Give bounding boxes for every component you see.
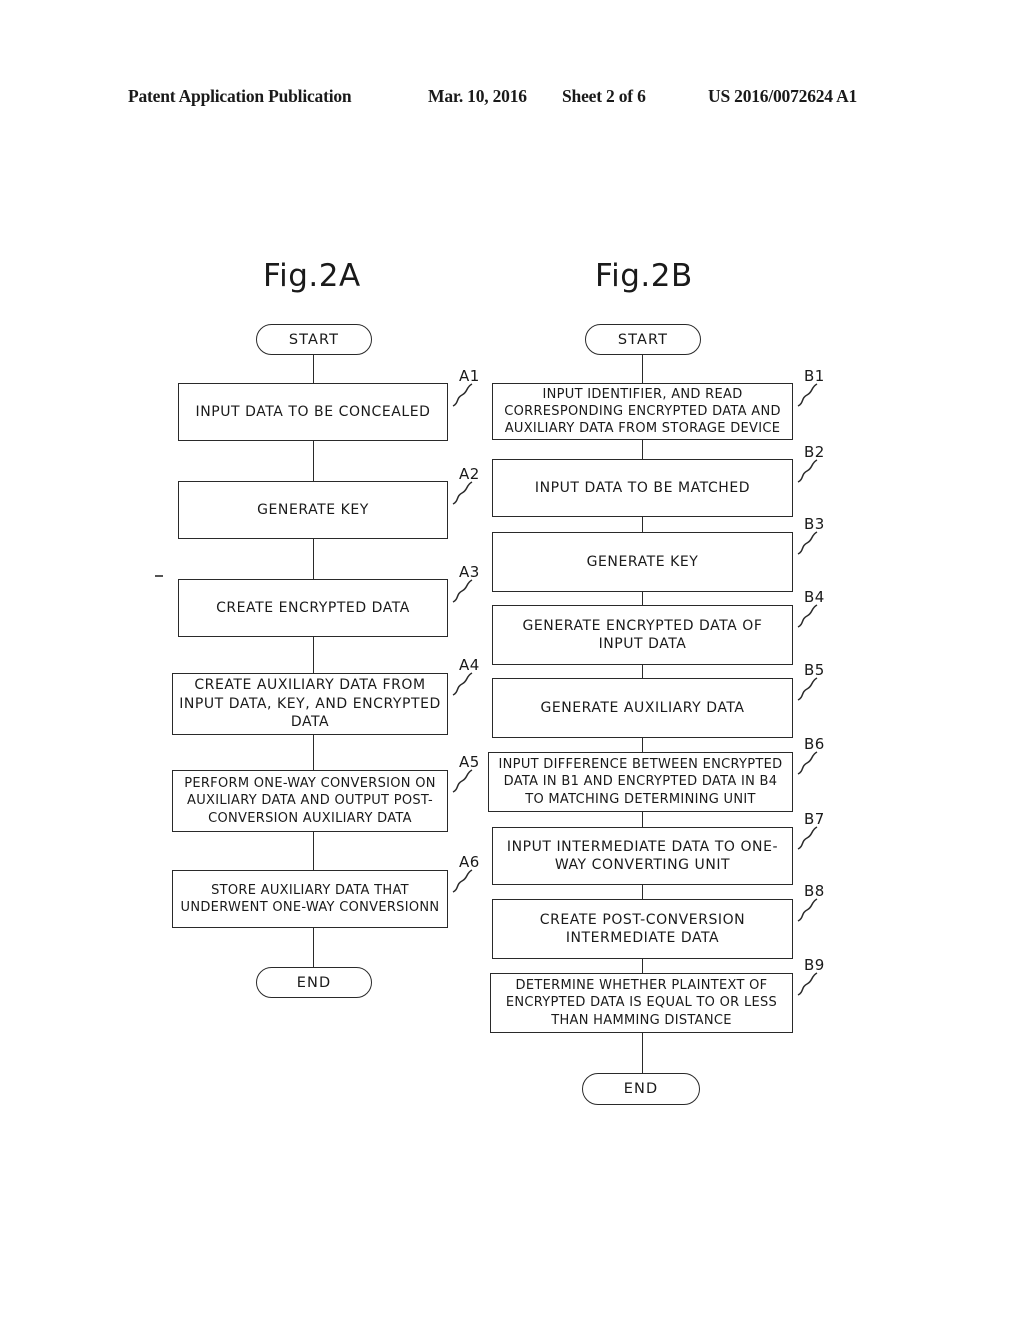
leader-line-a2 (448, 479, 474, 509)
connector-b-b4-b5 (642, 665, 643, 678)
connector-b-b5-b6 (642, 738, 643, 752)
figure-title-2a: Fig.2A (263, 258, 361, 294)
leader-line-b4 (793, 602, 819, 632)
header-date-text: Mar. 10, 2016 (428, 86, 527, 106)
patent-header: Patent Application Publication Mar. 10, … (0, 86, 1024, 112)
flowchart-b-step-b5: GENERATE AUXILIARY DATA (492, 678, 793, 738)
leader-line-b1 (793, 381, 819, 411)
scan-speck (155, 575, 163, 577)
leader-line-b6 (793, 749, 819, 779)
connector-b-b3-b4 (642, 592, 643, 605)
header-publication-text: Patent Application Publication (128, 86, 352, 106)
leader-line-a4 (448, 670, 474, 700)
connector-a-start-a1 (313, 355, 314, 383)
step-ref-a1: A1 (459, 367, 480, 385)
flowchart-b-step-b8: CREATE POST-CONVERSION INTERMEDIATE DATA (492, 899, 793, 959)
step-ref-b8: B8 (804, 882, 825, 900)
leader-line-a6 (448, 867, 474, 897)
leader-line-a5 (448, 767, 474, 797)
connector-b-b7-b8 (642, 885, 643, 899)
flowchart-a-step-a2: GENERATE KEY (178, 481, 448, 539)
step-ref-a5: A5 (459, 753, 480, 771)
connector-a-a4-a5 (313, 735, 314, 770)
leader-line-b5 (793, 675, 819, 705)
flowchart-b-step-b9: DETERMINE WHETHER PLAINTEXT OF ENCRYPTED… (490, 973, 793, 1033)
flowchart-a-step-a5: PERFORM ONE-WAY CONVERSION ON AUXILIARY … (172, 770, 448, 832)
flowchart-a-step-a6: STORE AUXILIARY DATA THAT UNDERWENT ONE-… (172, 870, 448, 928)
step-ref-b7: B7 (804, 810, 825, 828)
flowchart-b-step-b4: GENERATE ENCRYPTED DATA OF INPUT DATA (492, 605, 793, 665)
connector-b-b2-b3 (642, 517, 643, 532)
connector-b-b1-b2 (642, 440, 643, 459)
flowchart-a-step-a4: CREATE AUXILIARY DATA FROM INPUT DATA, K… (172, 673, 448, 735)
connector-a-a1-a2 (313, 441, 314, 481)
flowchart-b-end-terminal: END (582, 1073, 700, 1105)
leader-line-b2 (793, 457, 819, 487)
flowchart-a-step-a3: CREATE ENCRYPTED DATA (178, 579, 448, 637)
connector-a-a2-a3 (313, 539, 314, 579)
step-ref-a4: A4 (459, 656, 480, 674)
flowchart-b-step-b7: INPUT INTERMEDIATE DATA TO ONE-WAY CONVE… (492, 827, 793, 885)
flowchart-b-start-terminal: START (585, 324, 701, 355)
flowchart-a-step-a1: INPUT DATA TO BE CONCEALED (178, 383, 448, 441)
step-ref-b9: B9 (804, 956, 825, 974)
connector-b-b8-b9 (642, 959, 643, 973)
header-sheet-text: Sheet 2 of 6 (562, 86, 646, 106)
connector-a-a3-a4 (313, 637, 314, 673)
leader-line-a1 (448, 381, 474, 411)
leader-line-a3 (448, 577, 474, 607)
leader-line-b8 (793, 896, 819, 926)
connector-a-a6-end (313, 928, 314, 967)
header-patent-number: US 2016/0072624 A1 (708, 86, 858, 106)
leader-line-b7 (793, 824, 819, 854)
flowchart-b-step-b2: INPUT DATA TO BE MATCHED (492, 459, 793, 517)
flowchart-b-step-b3: GENERATE KEY (492, 532, 793, 592)
flowchart-b-step-b1: INPUT IDENTIFIER, AND READ CORRESPONDING… (492, 383, 793, 440)
connector-b-b9-end (642, 1033, 643, 1073)
leader-line-b3 (793, 529, 819, 559)
connector-b-start-b1 (642, 355, 643, 383)
flowchart-a-end-terminal: END (256, 967, 372, 998)
flowchart-a-start-terminal: START (256, 324, 372, 355)
flowchart-b-step-b6: INPUT DIFFERENCE BETWEEN ENCRYPTED DATA … (488, 752, 793, 812)
step-ref-b6: B6 (804, 735, 825, 753)
step-ref-b5: B5 (804, 661, 825, 679)
step-ref-b4: B4 (804, 588, 825, 606)
figure-title-2b: Fig.2B (595, 258, 693, 294)
connector-b-b6-b7 (642, 812, 643, 827)
leader-line-b9 (793, 970, 819, 1000)
step-ref-a3: A3 (459, 563, 480, 581)
step-ref-b1: B1 (804, 367, 825, 385)
connector-a-a5-a6 (313, 832, 314, 870)
step-ref-b3: B3 (804, 515, 825, 533)
step-ref-a6: A6 (459, 853, 480, 871)
step-ref-a2: A2 (459, 465, 480, 483)
step-ref-b2: B2 (804, 443, 825, 461)
